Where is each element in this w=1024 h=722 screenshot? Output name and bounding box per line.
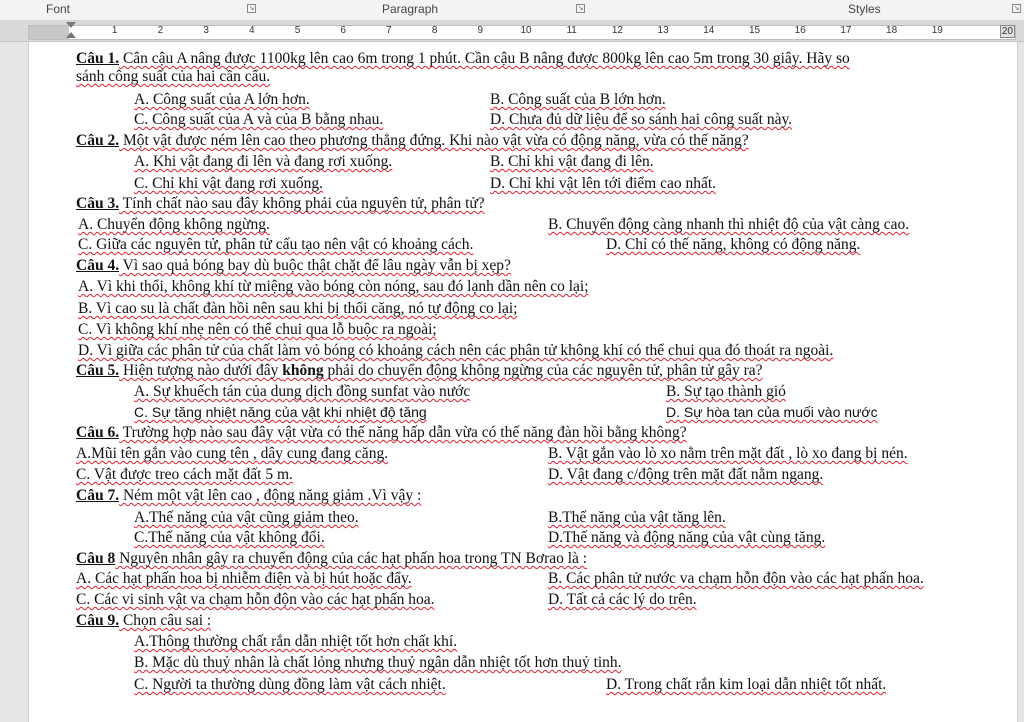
ruler-track[interactable]: 20 1 2 3 4 5 6 7 8 9 10 11 12 13 14 15 16 17 18 19: [28, 25, 1016, 40]
option-b: B. Sự tạo thành gió: [666, 383, 786, 400]
option-d: D. Vật đang c/động trên mặt đất nằm ngan…: [548, 466, 824, 483]
option-c: C. Chỉ khi vật đang rơi xuống.: [134, 175, 324, 192]
ruler-tick-number: 19: [931, 25, 943, 36]
question-label: Câu 9.: [76, 612, 120, 629]
option-b: B. Vật gắn vào lò xo nằm trên mặt đất , …: [548, 445, 908, 462]
option-d: D.Thế năng và động năng của vật cùng tăn…: [548, 529, 826, 546]
question-text: Hiện tượng nào dưới đây: [119, 362, 283, 379]
question-2: Câu 2. Một vật được ném lên cao theo phư…: [76, 132, 749, 150]
question-label: Câu 4.: [76, 257, 120, 274]
option-a: A. Khi vật đang đi lên và đang rơi xuống…: [134, 153, 393, 170]
ruler-end-number: 20: [999, 25, 1015, 38]
option-c: C. Người ta thường dùng đồng làm vật các…: [134, 676, 446, 693]
option-c: C. Các vi sinh vật va chạm hỗn độn vào c…: [76, 591, 435, 608]
styles-dialog-launcher-icon[interactable]: ↘: [1012, 4, 1021, 13]
ruler-tick-number: 1: [111, 25, 118, 36]
option-d: D. Chưa đủ dữ liệu để so sánh hai công s…: [490, 111, 793, 128]
ruler-tick-number: 10: [520, 25, 532, 36]
option-a: A.Thông thường chất rắn dẫn nhiệt tốt hơ…: [134, 633, 458, 650]
option-b: B. Vì cao su là chất đàn hồi nên sau khi…: [78, 300, 518, 317]
option-c: C. Vì không khí nhẹ nên có thể chui qua …: [78, 321, 437, 338]
question-text: sánh công suất của hai cần cẩu.: [76, 68, 271, 85]
ribbon-font-group-label: Font: [46, 2, 71, 16]
question-5: Câu 5. Hiện tượng nào dưới đây không phả…: [76, 362, 763, 380]
question-1: Câu 1. Cân cậu A nâng được 1100kg lên ca…: [76, 50, 850, 68]
ruler-tick-number: 5: [294, 25, 301, 36]
option-d: D. Sự hòa tan của muối vào nước: [666, 404, 878, 420]
option-a: A. Sự khuếch tán của dung dịch đồng sunf…: [134, 383, 471, 400]
option-d: D. Chỉ có thế năng, không có động năng.: [606, 236, 861, 253]
question-1-continuation: sánh công suất của hai cần cẩu.: [76, 68, 270, 86]
ruler-tick-number: 9: [477, 25, 484, 36]
question-label: Câu 1.: [76, 50, 120, 67]
option-d: D. Trong chất rắn kim loại dẫn nhiệt tốt…: [606, 676, 887, 693]
option-c: C.Thế năng của vật không đổi.: [134, 529, 325, 546]
question-4: Câu 4. Vì sao quả bóng bay dù buộc thật …: [76, 257, 511, 275]
question-text: Cân cậu A nâng được 1100kg lên cao 6m tr…: [119, 50, 850, 67]
question-9: Câu 9. Chọn câu sai :: [76, 612, 211, 630]
option-c: C. Vật được treo cách mặt đất 5 m.: [76, 466, 293, 483]
ribbon-group-bar: Font ↘ Paragraph ↘ Styles ↘: [0, 0, 1024, 21]
option-a: A. Vì khi thổi, không khí từ miệng vào b…: [78, 278, 589, 295]
ruler-tick-number: 12: [611, 25, 623, 36]
ruler-tick-number: 16: [794, 25, 806, 36]
question-label: Câu 2.: [76, 132, 120, 149]
paragraph-dialog-launcher-icon[interactable]: ↘: [576, 4, 585, 13]
ruler-tick-number: 8: [431, 25, 438, 36]
option-b: B. Chỉ khi vật đang đi lên.: [490, 153, 654, 170]
ruler-tick-number: 14: [703, 25, 715, 36]
question-6: Câu 6. Trường hợp nào sau đây vật vừa có…: [76, 424, 687, 442]
question-label: Câu 8: [76, 550, 116, 567]
question-text-emphasis: không: [282, 362, 324, 379]
option-a: A.Thế năng của vật cũng giảm theo.: [134, 509, 359, 526]
question-label: Câu 6.: [76, 424, 120, 441]
option-b: B. Các phân tử nước va chạm hỗn độn vào …: [548, 570, 924, 587]
option-b: B. Công suất của B lớn hơn.: [490, 91, 666, 108]
ruler-tick-number: 2: [157, 25, 164, 36]
ruler-tick-number: 7: [386, 25, 392, 36]
option-a: A. Công suất của A lớn hơn.: [134, 91, 310, 108]
first-line-indent-marker-icon[interactable]: [66, 22, 76, 28]
option-a: A. Các hạt phấn hoa bị nhiễm điện và bị …: [76, 570, 412, 587]
question-text: Chọn câu sai :: [119, 612, 212, 629]
ribbon-paragraph-group-label: Paragraph: [382, 2, 439, 16]
ruler-tick-number: 3: [203, 25, 209, 36]
ruler-left-margin: [29, 26, 69, 39]
question-text: Tính chất nào sau đây không phải của ngu…: [119, 195, 485, 212]
hanging-indent-marker-icon[interactable]: [66, 32, 76, 38]
ruler-tick-number: 11: [566, 25, 577, 36]
question-text: phải do chuyển động không ngừng của các …: [323, 362, 763, 379]
option-d: D. Tất cả các lý do trên.: [548, 591, 697, 608]
question-text: Nguyên nhân gây ra chuyển động của các h…: [115, 550, 588, 567]
question-text: Một vật được ném lên cao theo phương thẳ…: [119, 132, 749, 149]
question-7: Câu 7. Ném một vật lên cao , động năng g…: [76, 487, 421, 505]
option-c: C. Công suất của A và của B bằng nhau.: [134, 111, 384, 128]
ruler-tick-number: 6: [340, 25, 346, 36]
option-c: C. Sự tăng nhiệt năng của vật khi nhiệt …: [134, 404, 427, 420]
option-b: B. Chuyển động càng nhanh thì nhiệt độ c…: [548, 216, 910, 233]
question-text: Ném một vật lên cao , động năng giảm .Vì…: [119, 487, 422, 504]
ruler-tick-number: 4: [249, 25, 255, 36]
question-text: Trường hợp nào sau đây vật vừa có thế nă…: [119, 424, 687, 441]
option-a: A. Chuyển động không ngừng.: [78, 216, 270, 233]
question-label: Câu 3.: [76, 195, 120, 212]
ruler-tick-number: 15: [748, 25, 761, 36]
question-8: Câu 8 Nguyên nhân gây ra chuyển động của…: [76, 550, 587, 568]
question-text: Vì sao quả bóng bay dù buộc thật chặt để…: [119, 257, 511, 274]
option-d: D. Vì giữa các phân tử của chất làm vỏ b…: [78, 342, 834, 359]
horizontal-ruler[interactable]: 20 1 2 3 4 5 6 7 8 9 10 11 12 13 14 15 16 17 18 19: [0, 21, 1024, 42]
ruler-tick-number: 17: [840, 25, 852, 36]
option-a: A.Mũi tên gắn vào cung tên , dây cung đa…: [76, 445, 389, 462]
question-label: Câu 7.: [76, 487, 120, 504]
font-dialog-launcher-icon[interactable]: ↘: [247, 4, 256, 13]
option-b: B. Mặc dù thuỷ nhân là chất lỏng nhưng t…: [134, 654, 622, 671]
question-3: Câu 3. Tính chất nào sau đây không phải …: [76, 195, 485, 213]
question-label: Câu 5.: [76, 362, 120, 379]
ruler-tick-number: 18: [886, 25, 898, 36]
ruler-tick-number: 13: [657, 25, 669, 36]
option-d: D. Chỉ khi vật lên tới điểm cao nhất.: [490, 175, 717, 192]
option-b: B.Thế năng của vật tăng lên.: [548, 509, 726, 526]
ribbon-styles-group-label: Styles: [848, 2, 881, 16]
option-c: C. Giữa các nguyên tử, phân tử cấu tạo n…: [78, 236, 474, 253]
